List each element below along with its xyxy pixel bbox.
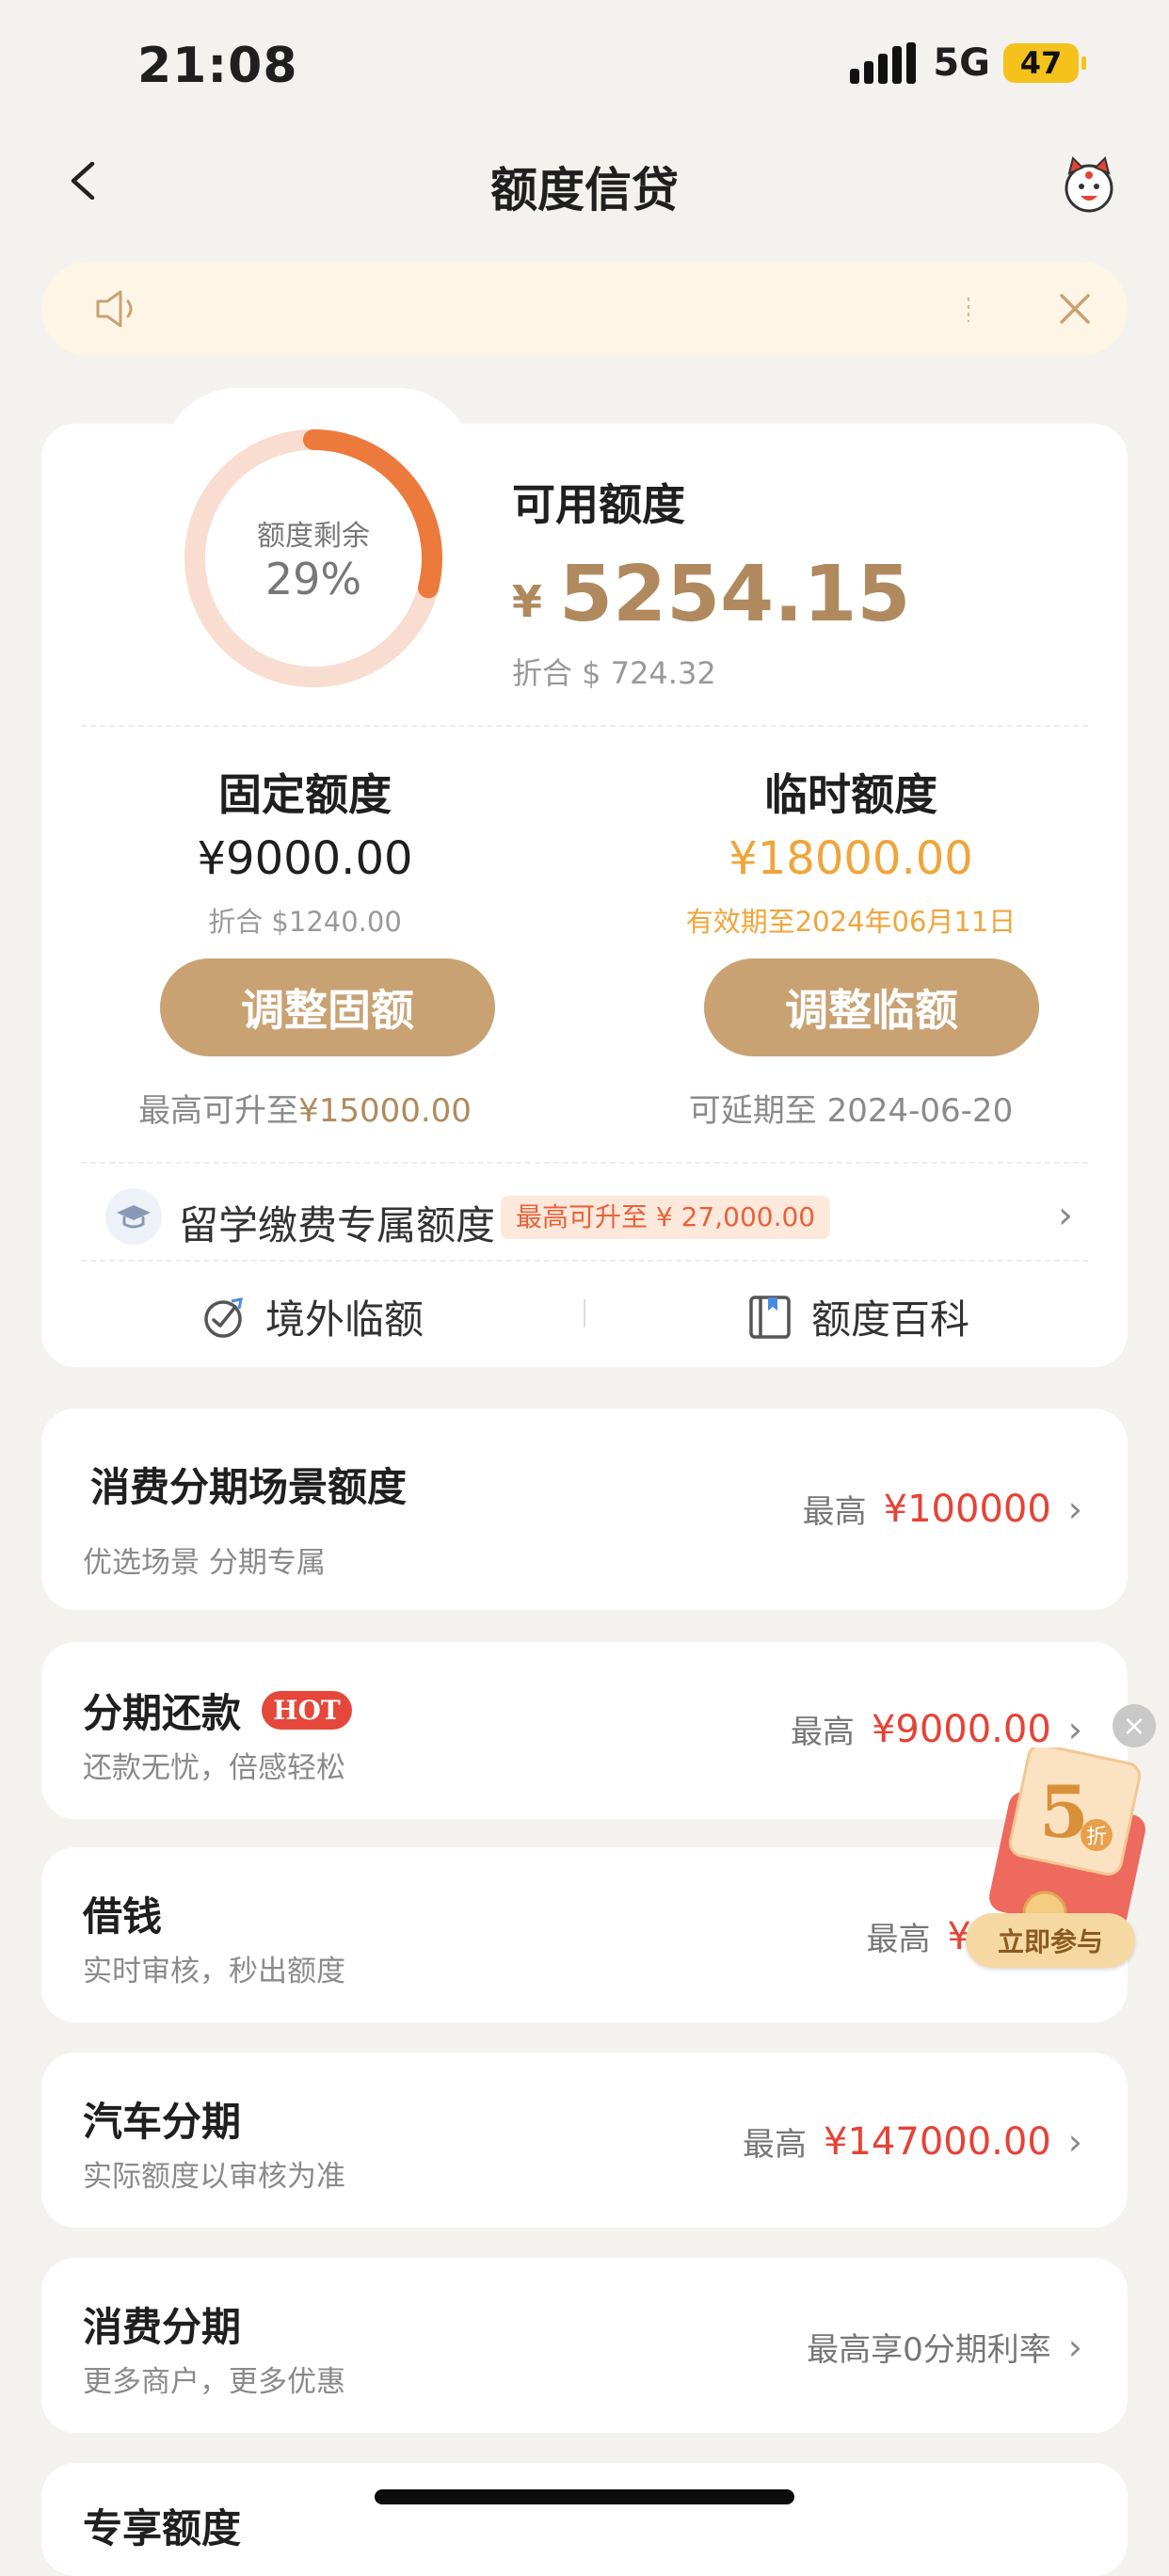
adjust-fixed-button[interactable]: 调整固额 — [160, 958, 495, 1056]
chevron-right-icon: › — [1067, 1708, 1082, 1750]
overseas-link-label: 境外临额 — [265, 1296, 424, 1343]
promo-close-icon[interactable]: × — [1113, 1704, 1156, 1747]
list-item-title: 消费分期场景额度 — [90, 1464, 408, 1510]
list-item-title: 汽车分期 — [83, 2099, 242, 2145]
available-amount: 5254.15 — [559, 550, 911, 639]
network-type: 5G — [933, 41, 990, 85]
mascot-avatar-icon[interactable] — [1056, 153, 1122, 218]
close-icon[interactable] — [1056, 290, 1094, 328]
home-indicator — [375, 2489, 794, 2504]
ring-percent: 29% — [264, 554, 362, 604]
list-item-value: 最高 ¥ — [867, 1913, 971, 1959]
list-item-title: 借钱 — [83, 1893, 163, 1940]
temp-quota-title: 临时额度 — [764, 769, 937, 820]
battery-icon: 47 — [1003, 43, 1086, 83]
overseas-globe-icon — [204, 1296, 243, 1338]
fixed-hint-value: ¥15000.00 — [298, 1092, 472, 1130]
quota-wiki-link[interactable]: 额度百科 — [747, 1288, 969, 1345]
chevron-right-icon: › — [1058, 1194, 1073, 1237]
max-prefix: 最高 — [866, 1921, 931, 1958]
list-item-subtitle: 优选场景 分期专属 — [83, 1546, 326, 1580]
fixed-quota-title: 固定额度 — [218, 769, 392, 820]
list-item-value: 最高享0分期利率 › — [807, 2324, 1082, 2370]
list-item-subtitle: 更多商户，更多优惠 — [83, 2365, 345, 2399]
available-currency: ¥ — [512, 576, 543, 627]
ellipsis-icon — [968, 298, 969, 322]
status-indicators: 5G 47 — [850, 41, 1086, 85]
available-label: 可用额度 — [512, 479, 685, 530]
hot-badge: HOT — [262, 1691, 352, 1730]
temp-quota-amount: ¥18000.00 — [729, 832, 973, 885]
max-amount: ¥9000.00 — [871, 1707, 1051, 1751]
max-prefix: 最高 — [790, 1714, 855, 1751]
fixed-quota-amount: ¥9000.00 — [197, 832, 413, 885]
list-item-value: 最高 ¥147000.00 › — [743, 2118, 1082, 2165]
ring-label: 额度剩余 — [257, 520, 370, 553]
page-title: 额度信贷 — [490, 163, 679, 217]
study-abroad-label: 留学缴费专属额度 — [179, 1202, 496, 1248]
max-amount: ¥147000.00 — [824, 2119, 1051, 2164]
list-item-title: 分期还款 — [83, 1690, 242, 1736]
list-item-value: 最高 ¥100000 › — [803, 1486, 1082, 1532]
list-item-subtitle: 还款无忧，倍感轻松 — [83, 1751, 345, 1785]
max-amount: ¥100000 — [883, 1487, 1051, 1531]
fixed-quota-converted: 折合 $1240.00 — [208, 906, 402, 938]
max-prefix: 最高 — [743, 2126, 808, 2164]
promo-discount-unit: 折 — [1081, 1819, 1113, 1851]
list-item-title: 消费分期 — [83, 2304, 242, 2350]
chevron-right-icon: › — [1067, 1488, 1082, 1530]
max-prefix: 最高 — [802, 1493, 867, 1531]
book-icon — [749, 1295, 791, 1339]
temp-quota-hint: 可延期至 2024-06-20 — [688, 1092, 1014, 1130]
speaker-icon — [96, 290, 133, 328]
list-item-value: 最高 ¥9000.00 › — [791, 1706, 1082, 1752]
adjust-temp-button[interactable]: 调整临额 — [704, 958, 1039, 1056]
overseas-temp-quota-link[interactable]: 境外临额 — [200, 1288, 424, 1345]
notice-bar[interactable] — [41, 262, 1128, 356]
list-item-title-row: 分期还款 HOT — [83, 1682, 352, 1739]
link-divider — [584, 1299, 585, 1328]
divider — [81, 725, 1088, 727]
chevron-right-icon: › — [1067, 2120, 1082, 2163]
signal-icon — [850, 42, 917, 84]
max-prefix: 最高享0分期利率 — [807, 2331, 1051, 2369]
list-item-subtitle: 实际额度以审核为准 — [83, 2160, 345, 2194]
list-item-subtitle: 实时审核，秒出额度 — [83, 1955, 345, 1988]
fixed-hint-prefix: 最高可升至 — [138, 1092, 299, 1130]
battery-level: 47 — [1019, 45, 1063, 81]
join-now-button[interactable]: 立即参与 — [966, 1913, 1135, 1968]
fixed-quota-hint: 最高可升至¥15000.00 — [41, 1085, 568, 1131]
chevron-right-icon: › — [1067, 2326, 1082, 2368]
available-converted: 折合 $ 724.32 — [512, 655, 716, 691]
status-time: 21:08 — [137, 38, 298, 94]
divider — [81, 1260, 1088, 1262]
study-abroad-badge: 最高可升至 ¥ 27,000.00 — [501, 1196, 831, 1239]
graduation-cap-icon — [105, 1188, 162, 1245]
wiki-link-label: 额度百科 — [811, 1296, 970, 1343]
divider — [81, 1162, 1088, 1164]
temp-quota-validity: 有效期至2024年06月11日 — [685, 906, 1017, 938]
list-item-title: 专享额度 — [83, 2505, 242, 2552]
